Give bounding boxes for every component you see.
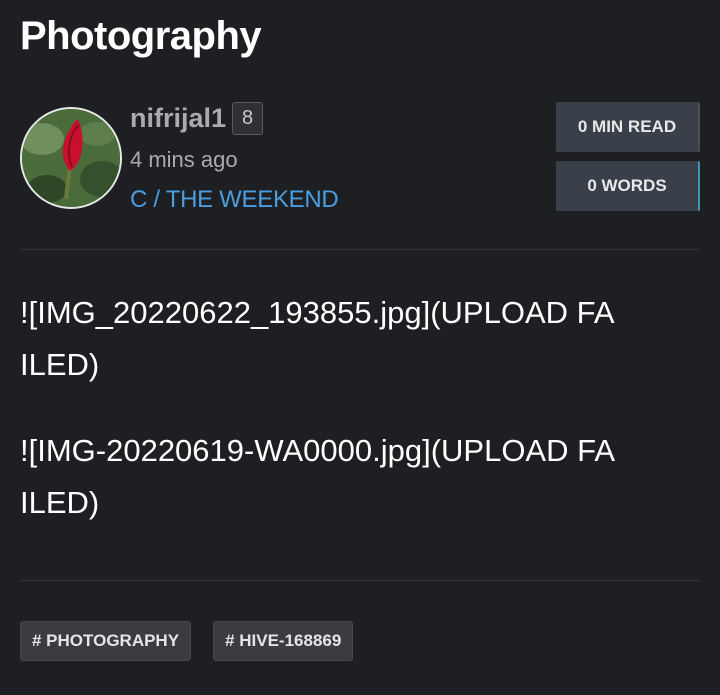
community-link[interactable]: C / THE WEEKEND (130, 186, 339, 214)
word-count-badge: 0 WORDS (556, 161, 700, 211)
post-timestamp[interactable]: 4 mins ago (130, 147, 238, 173)
divider (20, 249, 700, 250)
author-block: nifrijal1 8 4 mins ago C / THE WEEKEND 0… (20, 100, 700, 220)
avatar-photo-icon (22, 109, 120, 207)
post-body-paragraph: ![IMG-20220619-WA0000.jpg](UPLOAD FAILED… (20, 433, 616, 520)
divider (20, 580, 700, 581)
author-name-row: nifrijal1 8 (130, 100, 264, 136)
reputation-badge: 8 (232, 101, 264, 135)
tag-hive-168869[interactable]: # HIVE-168869 (213, 621, 354, 661)
tag-list: # PHOTOGRAPHY # HIVE-168869 (20, 621, 375, 661)
read-time-badge: 0 MIN READ (556, 102, 700, 152)
post-body-paragraph: ![IMG_20220622_193855.jpg](UPLOAD FAILED… (20, 295, 615, 382)
post-title: Photography (20, 14, 262, 58)
tag-photography[interactable]: # PHOTOGRAPHY (20, 621, 192, 661)
author-name[interactable]: nifrijal1 (130, 103, 226, 134)
author-avatar[interactable] (20, 107, 122, 209)
